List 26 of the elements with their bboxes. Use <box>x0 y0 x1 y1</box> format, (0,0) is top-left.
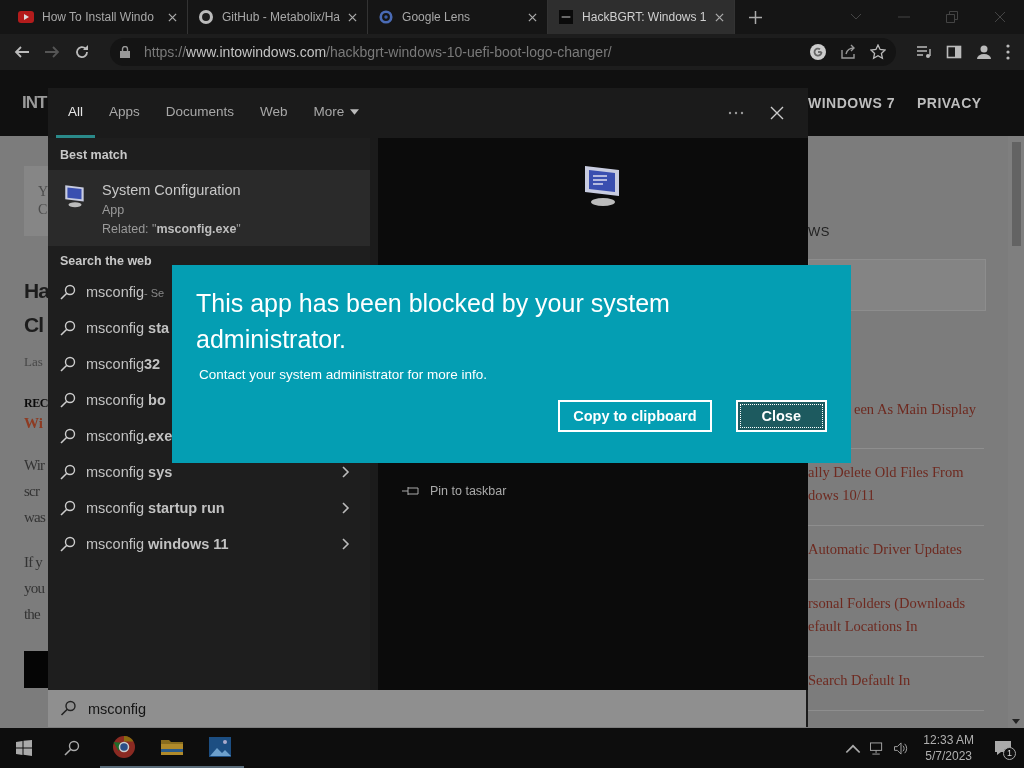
article-title: Cl <box>24 312 44 338</box>
section-heading: Search the web <box>59 253 153 270</box>
notice-text: Y <box>38 184 48 200</box>
article-text: Wir <box>24 456 46 475</box>
app-name: System Configuration <box>102 182 241 198</box>
related-text: Related: "msconfig.exe" <box>102 222 241 236</box>
section-heading: Best match <box>59 147 129 164</box>
article-text: scr <box>24 482 41 501</box>
tab-title: Google Lens <box>402 10 472 24</box>
article-text: you <box>24 579 46 598</box>
tab-title: GitHub - Metabolix/Ha <box>222 10 341 24</box>
notification-count: 1 <box>1003 747 1016 760</box>
tab-title: HackBGRT: Windows 1 <box>582 10 707 24</box>
article-text: was <box>24 508 47 527</box>
article-text: the <box>24 605 41 624</box>
clock-time: 12:33 AM <box>923 732 974 748</box>
app-type: App <box>102 203 126 217</box>
url-text: https://www.intowindows.com/hackbgrt-windows-10-uefi-boot-logo-changer/ <box>144 44 612 60</box>
sidebar-heading: WS <box>808 224 831 239</box>
dialog-message: Contact your system administrator for more info. <box>199 367 489 382</box>
clock-date: 5/7/2023 <box>925 748 972 764</box>
article-text: If y <box>24 553 44 572</box>
dialog-title: This app has been blocked by your system administrator. <box>196 288 671 355</box>
article-label: REC <box>24 396 48 411</box>
notice-text: C <box>38 202 48 218</box>
tab-title: How To Install Windo <box>42 10 155 24</box>
